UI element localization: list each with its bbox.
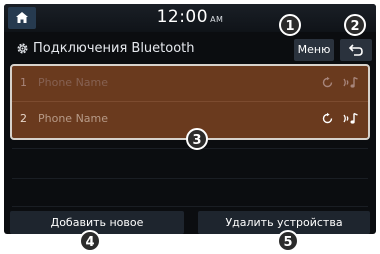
status-bar: 12:00 AM xyxy=(4,4,376,32)
device-index: 2 xyxy=(20,112,27,125)
callout-marker: 5 xyxy=(277,230,299,252)
screen: 12:00 AM Подключения Bluetooth Меню 1 Pho… xyxy=(0,0,380,252)
infotainment-panel: 12:00 AM Подключения Bluetooth Меню 1 Pho… xyxy=(4,4,376,234)
callout-marker: 1 xyxy=(279,14,301,36)
empty-row-divider xyxy=(12,206,368,207)
page-title: Подключения Bluetooth xyxy=(33,41,195,56)
device-index: 1 xyxy=(20,76,27,89)
title-bar: Подключения Bluetooth Меню xyxy=(4,35,376,63)
menu-button[interactable]: Меню xyxy=(294,39,334,61)
empty-list-area xyxy=(4,144,376,208)
callout-marker: 3 xyxy=(186,128,208,150)
add-new-button[interactable]: Добавить новое xyxy=(10,211,184,234)
device-row[interactable]: 1 Phone Name xyxy=(12,67,368,101)
clock: 12:00 AM xyxy=(4,7,376,27)
audio-streaming-icon[interactable] xyxy=(342,112,360,125)
clock-ampm: AM xyxy=(210,15,224,24)
refresh-icon[interactable] xyxy=(321,112,334,125)
gear-icon xyxy=(17,43,28,54)
callout-marker: 4 xyxy=(79,230,101,252)
refresh-icon[interactable] xyxy=(321,76,334,89)
clock-time: 12:00 xyxy=(156,7,209,27)
device-name: Phone Name xyxy=(38,76,109,89)
back-button[interactable] xyxy=(340,39,372,61)
paired-device-list: 1 Phone Name 2 Phone Name xyxy=(10,64,370,140)
callout-marker: 2 xyxy=(344,14,366,36)
back-arrow-icon xyxy=(348,44,363,56)
empty-row-divider xyxy=(12,178,368,179)
row-divider xyxy=(12,101,368,102)
audio-streaming-icon[interactable] xyxy=(342,76,360,89)
device-name: Phone Name xyxy=(38,112,109,125)
